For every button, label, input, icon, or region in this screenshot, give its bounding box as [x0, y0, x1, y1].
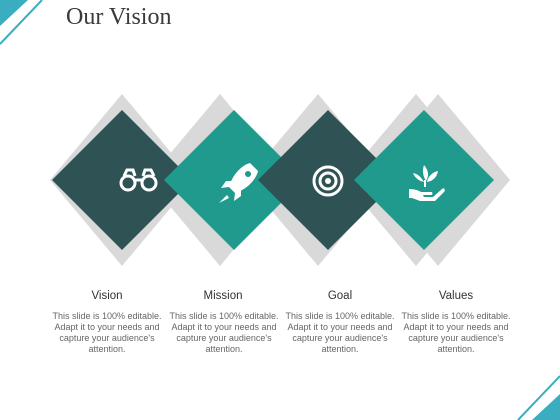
description-goal: This slide is 100% editable. Adapt it to… — [285, 311, 395, 354]
diamond-diagram — [50, 94, 510, 266]
bottom-right-corner-decoration — [517, 375, 560, 420]
description-values: This slide is 100% editable. Adapt it to… — [401, 311, 511, 354]
description-vision: This slide is 100% editable. Adapt it to… — [52, 311, 162, 354]
label-goal: Goal — [327, 290, 353, 302]
description-mission: This slide is 100% editable. Adapt it to… — [169, 311, 279, 354]
label-mission: Mission — [203, 290, 243, 302]
label-values: Values — [438, 290, 474, 302]
label-vision: Vision — [91, 290, 123, 302]
